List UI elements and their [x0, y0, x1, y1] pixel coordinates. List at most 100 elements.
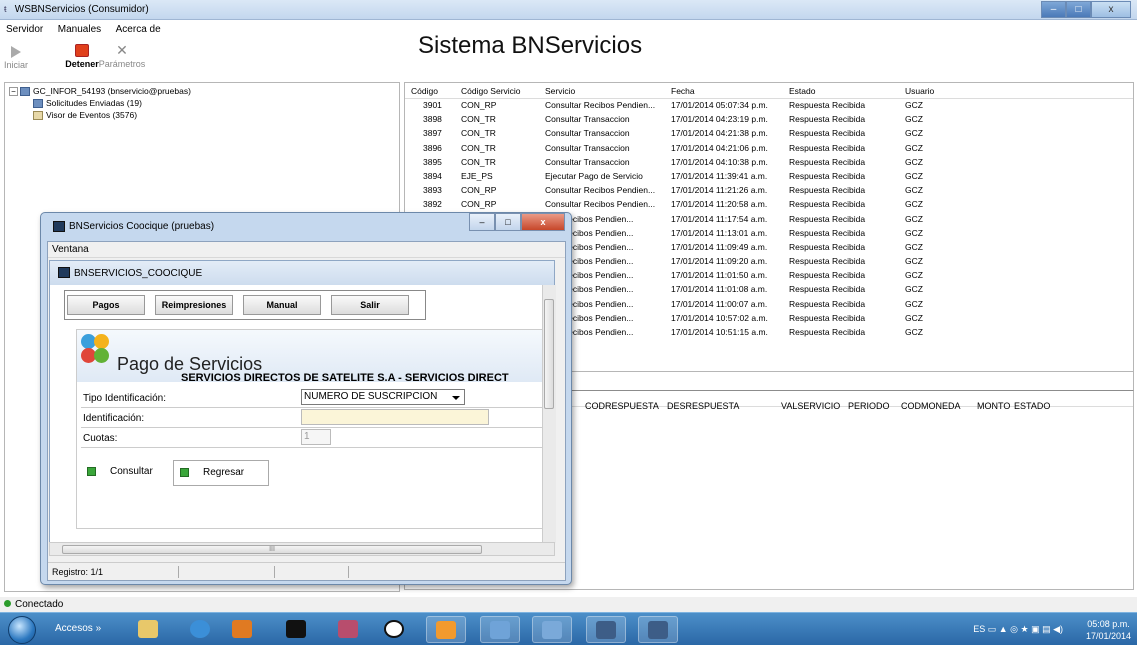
terminal-icon: [286, 620, 306, 638]
table-row[interactable]: 3894 EJE_PS Ejecutar Pago de Servicio 17/01…: [405, 170, 1133, 184]
taskbar: Accesos » ES ▭ ▲ ◎ ★ ▣ ▤ ◀) 05:08 p.m. 1…: [0, 612, 1137, 645]
table-cell: 17/01/2014 10:57:02 a.m.: [671, 312, 768, 323]
col-codigo[interactable]: Código: [411, 86, 438, 96]
menu-servidor[interactable]: Servidor: [6, 21, 43, 39]
tree-root[interactable]: − GC_INFOR_54193 (bnservicio@pruebas): [9, 86, 191, 97]
table-row[interactable]: 3896 CON_TR Consultar Transaccion 17/01/201…: [405, 142, 1133, 156]
taskbar-visual-studio[interactable]: [532, 616, 572, 643]
close-button[interactable]: x: [1091, 1, 1131, 18]
taskbar-ie[interactable]: [180, 616, 220, 643]
connected-indicator-icon: [4, 600, 11, 607]
a-app-icon: [384, 620, 404, 638]
dialog-titlebar[interactable]: BNServicios Coocique (pruebas) – □ x: [41, 213, 571, 241]
col-desrespuesta[interactable]: DESRESPUESTA: [667, 401, 739, 411]
taskbar-infinity[interactable]: [480, 616, 520, 643]
col-fecha[interactable]: Fecha: [671, 86, 695, 96]
dialog-client: Ventana BNSERVICIOS_COOCIQUE Pagos Reimp…: [47, 241, 566, 581]
taskbar-explorer[interactable]: [128, 616, 168, 643]
table-cell: 17/01/2014 11:17:54 a.m.: [671, 213, 768, 224]
status-text: Conectado: [15, 599, 64, 610]
taskbar-pago-app[interactable]: [426, 616, 466, 643]
tree-item-eventos[interactable]: Visor de Eventos (3576): [33, 110, 137, 121]
collapse-icon[interactable]: −: [9, 87, 18, 96]
table-cell: 17/01/2014 04:23:19 p.m.: [671, 114, 768, 125]
table-row[interactable]: 3893 CON_RP Consultar Recibos Pendien... 17…: [405, 184, 1133, 198]
salir-button[interactable]: Salir: [331, 295, 409, 315]
dialog-minimize-button[interactable]: –: [469, 213, 495, 231]
table-cell: GCZ: [905, 128, 923, 139]
table-cell: 3901: [423, 100, 442, 110]
reimpresiones-button[interactable]: Reimpresiones: [155, 295, 233, 315]
bnservicios-icon: [596, 621, 616, 639]
taskbar-bnservicios[interactable]: [586, 616, 626, 643]
vertical-scrollbar[interactable]: [542, 285, 556, 543]
col-usuario[interactable]: Usuario: [905, 86, 934, 96]
taskbar-wsbnservicios[interactable]: [638, 616, 678, 643]
window-title: ŧ WSBNServicios (Consumidor): [4, 4, 149, 15]
start-menu-button[interactable]: [8, 616, 36, 644]
table-cell: Respuesta Recibida: [789, 114, 866, 125]
identificacion-input[interactable]: [301, 409, 489, 425]
horizontal-scroll-thumb[interactable]: III: [62, 545, 482, 554]
table-cell: Respuesta Recibida: [789, 156, 866, 167]
accesos-toolbar[interactable]: Accesos »: [55, 623, 101, 634]
table-cell: 17/01/2014 11:20:58 a.m.: [671, 199, 768, 210]
clock-time: 05:08 p.m.: [1087, 619, 1130, 629]
col-monto[interactable]: MONTO: [977, 401, 1010, 411]
vertical-scroll-thumb[interactable]: [544, 299, 554, 409]
manual-button[interactable]: Manual: [243, 295, 321, 315]
cuotas-input[interactable]: 1: [301, 429, 331, 445]
table-cell: GCZ: [905, 241, 923, 252]
col-estado[interactable]: Estado: [789, 86, 815, 96]
col-codmoneda[interactable]: CODMONEDA: [901, 401, 961, 411]
menu-acerca-de[interactable]: Acerca de: [116, 21, 161, 39]
start-button[interactable]: Iniciar: [0, 42, 46, 70]
status-separator: [274, 566, 275, 578]
consultar-button[interactable]: Consultar: [81, 460, 171, 486]
maximize-button[interactable]: □: [1066, 1, 1091, 18]
params-button[interactable]: ✕ Parámetros: [92, 42, 152, 69]
col-valservicio[interactable]: VALSERVICIO: [781, 401, 840, 411]
col-estado[interactable]: ESTADO: [1014, 401, 1050, 411]
pagos-button[interactable]: Pagos: [67, 295, 145, 315]
system-tray[interactable]: ES ▭ ▲ ◎ ★ ▣ ▤ ◀): [973, 624, 1063, 635]
table-cell: GCZ: [905, 114, 923, 125]
col-servicio[interactable]: Servicio: [545, 86, 575, 96]
table-row[interactable]: 3895 CON_TR Consultar Transaccion 17/01/201…: [405, 156, 1133, 170]
table-cell: Consultar Recibos Pendien...: [545, 185, 656, 196]
table-cell: Respuesta Recibida: [789, 312, 866, 323]
tipo-identificacion-label: Tipo Identificación:: [83, 393, 167, 404]
menu-manuales[interactable]: Manuales: [58, 21, 101, 39]
taskbar-app-a[interactable]: [374, 616, 414, 643]
horizontal-scrollbar[interactable]: III: [49, 542, 555, 556]
table-cell: GCZ: [905, 270, 923, 281]
taskbar-cmd[interactable]: [276, 616, 316, 643]
col-periodo[interactable]: PERIODO: [848, 401, 890, 411]
taskbar-db[interactable]: [328, 616, 368, 643]
table-row[interactable]: 3897 CON_TR Consultar Transaccion 17/01/201…: [405, 127, 1133, 141]
tipo-identificacion-select[interactable]: NUMERO DE SUSCRIPCION: [301, 389, 465, 405]
table-cell: Ejecutar Pago de Servicio: [545, 170, 643, 181]
table-cell: CON_TR: [461, 128, 496, 139]
minimize-button[interactable]: –: [1041, 1, 1066, 18]
payment-app-icon: [436, 621, 456, 639]
table-cell: EJE_PS: [461, 170, 493, 181]
table-row[interactable]: 3898 CON_TR Consultar Transaccion 17/01/201…: [405, 113, 1133, 127]
payment-panel: Pago de Servicios SERVICIOS DIRECTOS DE …: [76, 329, 556, 529]
menu-ventana[interactable]: Ventana: [48, 242, 565, 258]
table-cell: GCZ: [905, 298, 923, 309]
mdi-titlebar[interactable]: BNSERVICIOS_COOCIQUE: [50, 261, 554, 285]
col-codrespuesta[interactable]: CODRESPUESTA: [585, 401, 659, 411]
regresar-button[interactable]: Regresar: [173, 460, 269, 486]
table-row[interactable]: 3901 CON_RP Consultar Recibos Pendien... 17…: [405, 99, 1133, 113]
col-codigo-servicio[interactable]: Código Servicio: [461, 86, 521, 96]
clock[interactable]: 05:08 p.m. 17/01/2014: [1086, 618, 1131, 642]
dialog-close-button[interactable]: x: [521, 213, 565, 231]
table-row[interactable]: 3892 CON_RP Consultar Recibos Pendien... 17…: [405, 198, 1133, 212]
table-cell: Consultar Recibos Pendien...: [545, 199, 656, 210]
taskbar-media[interactable]: [222, 616, 262, 643]
tree-item-solicitudes[interactable]: Solicitudes Enviadas (19): [33, 98, 142, 109]
dialog-maximize-button[interactable]: □: [495, 213, 521, 231]
action-button-bar: Pagos Reimpresiones Manual Salir: [64, 290, 426, 320]
table-cell: Respuesta Recibida: [789, 298, 866, 309]
